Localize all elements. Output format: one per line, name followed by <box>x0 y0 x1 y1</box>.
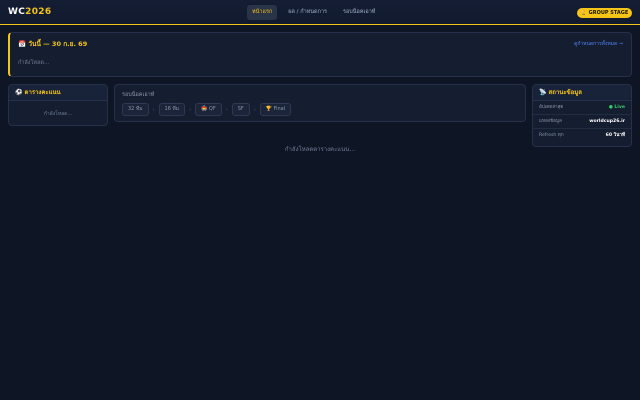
status-title: 📡 สถานะข้อมูล <box>533 85 631 101</box>
round-separator: › <box>225 106 228 113</box>
nav-results[interactable]: ผล / กำหนดการ <box>283 5 332 20</box>
knockout-panel: รอบน็อคเอาท์ 32 ทีม › 16 ทีม › 🏟️ QF › S… <box>114 84 526 122</box>
round-separator: › <box>152 106 155 113</box>
status-row-last-update: อัปเดตล่าสุด ● Live <box>533 101 631 115</box>
today-panel: 📅 วันนี้ — 30 ก.ย. 69 ดูกำหนดการทั้งหมด … <box>8 32 632 77</box>
quarterfinal-button[interactable]: 🏟️ QF <box>195 103 222 116</box>
nav-knockout[interactable]: รอบน็อคเอาท์ <box>338 5 380 20</box>
semifinal-button[interactable]: SF <box>231 103 250 116</box>
today-loading-text: กำลังโหลด... <box>18 60 50 66</box>
data-status-panel: 📡 สถานะข้อมูล อัปเดตล่าสุด ● Live แหล่งข… <box>532 84 632 147</box>
today-title: 📅 วันนี้ — 30 ก.ย. 69 <box>18 40 88 48</box>
main-nav: หน้าแรก ผล / กำหนดการ รอบน็อคเอาท์ <box>247 5 380 20</box>
main-loading-text: กำลังโหลดตารางคะแนน... <box>284 146 356 153</box>
refresh-value: 60 วินาที <box>605 133 625 138</box>
logo-prefix: WC <box>8 7 26 17</box>
site-logo[interactable]: WC2026 <box>8 7 51 17</box>
top-header: WC2026 หน้าแรก ผล / กำหนดการ รอบน็อคเอาท… <box>0 0 640 25</box>
view-all-schedule-link[interactable]: ดูกำหนดการทั้งหมด → <box>574 40 623 48</box>
round-32-button[interactable]: 32 ทีม <box>122 103 149 116</box>
round-16-button[interactable]: 16 ทีม <box>158 103 186 116</box>
knockout-round-tabs: 32 ทีม › 16 ทีม › 🏟️ QF › SF › 🏆 Final <box>122 103 292 116</box>
status-row-source: แหล่งข้อมูล worldcup26.ir <box>533 115 631 129</box>
status-label: อัปเดตล่าสุด <box>539 105 564 110</box>
stage-badge: 🏆 GROUP STAGE <box>577 8 632 18</box>
standings-title: ⚽ ตารางคะแนน <box>9 85 107 101</box>
standings-loading-text: กำลังโหลด... <box>43 111 73 117</box>
status-row-refresh: Refresh ทุก 60 วินาที <box>533 129 631 143</box>
nav-home[interactable]: หน้าแรก <box>247 5 278 20</box>
standings-panel: ⚽ ตารางคะแนน กำลังโหลด... <box>8 84 108 126</box>
round-separator: › <box>253 106 256 113</box>
live-indicator: ● Live <box>608 105 625 110</box>
round-separator: › <box>189 106 192 113</box>
source-value: worldcup26.ir <box>589 119 625 124</box>
logo-suffix: 2026 <box>25 7 52 17</box>
knockout-title: รอบน็อคเอาท์ <box>122 92 155 98</box>
final-button[interactable]: 🏆 Final <box>259 103 292 116</box>
status-label: Refresh ทุก <box>539 133 564 138</box>
status-label: แหล่งข้อมูล <box>539 119 562 124</box>
